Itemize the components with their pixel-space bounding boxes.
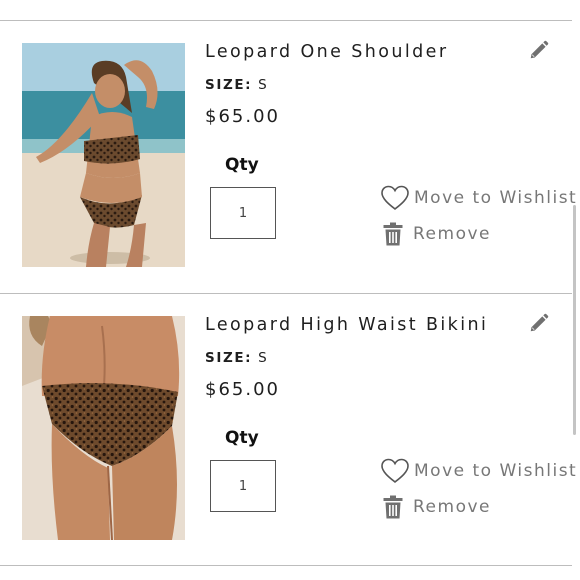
product-price: $65.00 [205,106,280,127]
heart-outline-icon [381,458,409,484]
quantity-input[interactable] [210,460,276,512]
product-image[interactable] [22,316,185,540]
top-strip [0,0,580,20]
move-to-wishlist-button[interactable]: Move to Wishlist [380,184,577,212]
cart-item: Leopard High Waist Bikini SIZE: S $65.00… [0,294,576,564]
scrollbar-thumb[interactable] [573,205,576,435]
product-image[interactable] [22,43,185,267]
product-price: $65.00 [205,379,280,400]
quantity-input[interactable] [210,187,276,239]
product-size: SIZE: S [205,77,268,93]
remove-button[interactable]: Remove [383,220,491,248]
product-photo-back-view [22,316,185,540]
product-size: SIZE: S [205,350,268,366]
cart-item: Leopard One Shoulder SIZE: S $65.00 Qty … [0,21,576,291]
qty-label: Qty [225,155,259,175]
pencil-icon[interactable] [528,312,550,334]
remove-button[interactable]: Remove [383,493,491,521]
heart-outline-icon [381,185,409,211]
trash-can-icon [383,495,403,519]
size-value: S [258,77,269,93]
wishlist-label: Move to Wishlist [414,461,578,481]
size-label: SIZE: [205,77,253,93]
trash-can-icon [383,222,403,246]
remove-label: Remove [413,224,491,244]
move-to-wishlist-button[interactable]: Move to Wishlist [380,457,577,485]
product-photo-beach [22,43,185,267]
size-value: S [258,350,269,366]
product-name[interactable]: Leopard One Shoulder [205,42,448,62]
product-name[interactable]: Leopard High Waist Bikini [205,315,488,335]
pencil-icon[interactable] [528,39,550,61]
remove-label: Remove [413,497,491,517]
size-label: SIZE: [205,350,253,366]
qty-label: Qty [225,428,259,448]
wishlist-label: Move to Wishlist [414,188,578,208]
divider [0,565,572,566]
